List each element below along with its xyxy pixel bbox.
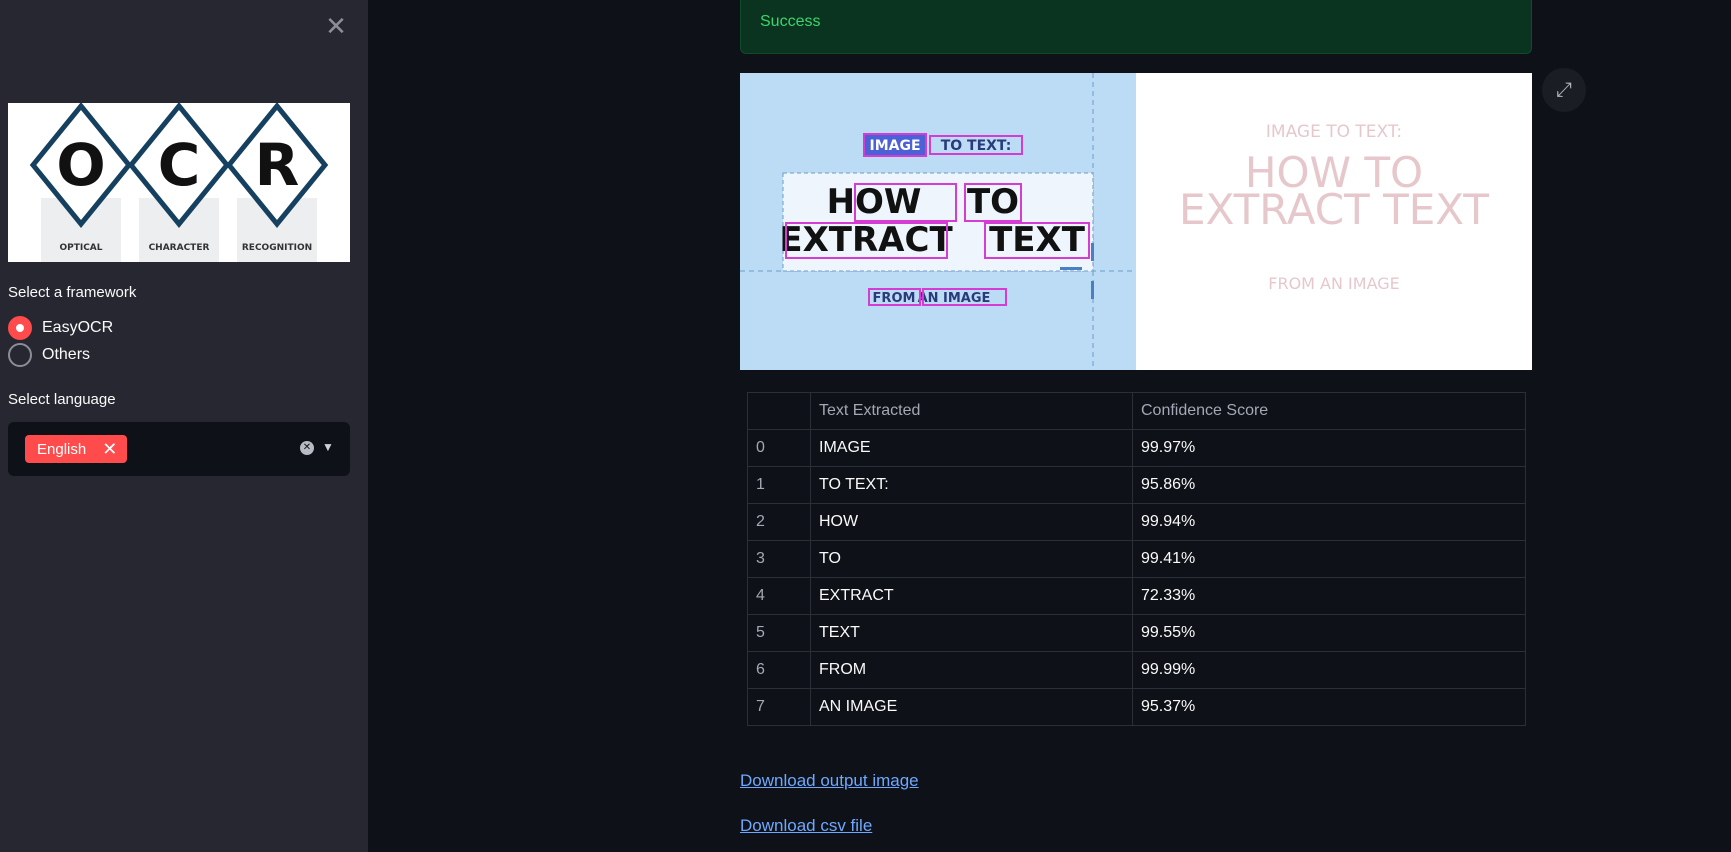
row-score: 99.99% <box>1132 651 1526 689</box>
row-text: EXTRACT <box>810 577 1133 615</box>
row-score: 95.86% <box>1132 466 1526 504</box>
language-chip-english[interactable]: English ✕ <box>25 435 128 463</box>
row-score: 99.94% <box>1132 503 1526 541</box>
row-text: AN IMAGE <box>810 688 1133 726</box>
column-header-index[interactable] <box>747 392 811 430</box>
ocr-logo: O C R OPTICAL CHARACTER RECOGNITION <box>8 103 350 262</box>
radio-easyocr[interactable]: EasyOCR <box>8 316 113 340</box>
word-an-image: AN IMAGE <box>918 291 991 306</box>
row-index: 6 <box>747 651 811 689</box>
row-index: 0 <box>747 429 811 467</box>
row-index: 1 <box>747 466 811 504</box>
row-text: TEXT <box>810 614 1133 652</box>
table-header-row: Text Extracted Confidence Score <box>747 392 1526 430</box>
row-score: 72.33% <box>1132 577 1526 615</box>
word-to: TO <box>967 182 1019 222</box>
column-header-text[interactable]: Text Extracted <box>810 392 1133 430</box>
row-text: TO TEXT: <box>810 466 1133 504</box>
row-text: TO <box>810 540 1133 578</box>
app-root: ✕ O C R OPTICAL CHARACTER RECOGNITION Se… <box>0 0 1731 852</box>
original-image-panel: IMAGE TO TEXT: HOW TO EXTRACT TEXT FROM … <box>1136 73 1532 370</box>
row-text: HOW <box>810 503 1133 541</box>
annotated-image-graphic: IMAGE TO TEXT: HOW TO EXTRACT TEXT FROM … <box>740 73 1136 370</box>
table-row: 6 FROM 99.99% <box>747 651 1526 689</box>
logo-letter-r: R <box>255 131 300 199</box>
framework-label: Select a framework <box>8 284 137 301</box>
close-sidebar-icon[interactable]: ✕ <box>322 12 350 40</box>
table-row: 5 TEXT 99.55% <box>747 614 1526 652</box>
row-index: 4 <box>747 577 811 615</box>
table-row: 2 HOW 99.94% <box>747 503 1526 541</box>
table-row: 3 TO 99.41% <box>747 540 1526 578</box>
table-row: 4 EXTRACT 72.33% <box>747 577 1526 615</box>
row-index: 2 <box>747 503 811 541</box>
logo-caption-recognition: RECOGNITION <box>242 243 312 253</box>
download-csv-link[interactable]: Download csv file <box>740 816 872 836</box>
word-from: FROM <box>873 291 916 306</box>
original-image-graphic: IMAGE TO TEXT: HOW TO EXTRACT TEXT FROM … <box>1179 122 1489 293</box>
row-index: 7 <box>747 688 811 726</box>
word-extract: EXTRACT <box>779 220 953 260</box>
results-table: Text Extracted Confidence Score 0 IMAGE … <box>747 392 1526 726</box>
table-row: 0 IMAGE 99.97% <box>747 429 1526 467</box>
word-to-text: TO TEXT: <box>941 138 1012 154</box>
table-row: 1 TO TEXT: 95.86% <box>747 466 1526 504</box>
download-image-link[interactable]: Download output image <box>740 771 919 791</box>
word-text: TEXT <box>989 220 1086 260</box>
radio-unselected-icon[interactable] <box>8 343 32 367</box>
row-text: IMAGE <box>810 429 1133 467</box>
column-header-score[interactable]: Confidence Score <box>1132 392 1526 430</box>
radio-others-label: Others <box>42 346 91 363</box>
chevron-down-icon[interactable]: ▼ <box>322 440 334 454</box>
ocr-logo-graphic: O C R OPTICAL CHARACTER RECOGNITION <box>29 103 329 262</box>
success-message: Success <box>760 13 821 30</box>
sidebar: ✕ O C R OPTICAL CHARACTER RECOGNITION Se… <box>0 0 368 852</box>
orig-line-4: FROM AN IMAGE <box>1268 274 1400 293</box>
row-index: 3 <box>747 540 811 578</box>
clear-all-icon[interactable]: ✕ <box>300 441 314 455</box>
row-score: 99.55% <box>1132 614 1526 652</box>
language-label: Select language <box>8 391 116 408</box>
orig-line-1: IMAGE TO TEXT: <box>1266 122 1402 142</box>
row-score: 99.41% <box>1132 540 1526 578</box>
radio-others[interactable]: Others <box>8 343 90 367</box>
row-index: 5 <box>747 614 811 652</box>
annotated-image-panel: IMAGE TO TEXT: HOW TO EXTRACT TEXT FROM … <box>740 73 1136 370</box>
orig-line-3: EXTRACT TEXT <box>1179 185 1489 234</box>
word-image: IMAGE <box>869 138 920 154</box>
word-how: HOW <box>827 182 922 222</box>
logo-caption-optical: OPTICAL <box>59 243 102 253</box>
output-image: IMAGE TO TEXT: HOW TO EXTRACT TEXT FROM … <box>740 73 1532 370</box>
row-text: FROM <box>810 651 1133 689</box>
logo-caption-character: CHARACTER <box>149 243 210 253</box>
row-score: 95.37% <box>1132 688 1526 726</box>
language-multiselect[interactable]: English ✕ ✕ ▼ <box>8 422 350 476</box>
radio-selected-icon[interactable] <box>8 316 32 340</box>
row-score: 99.97% <box>1132 429 1526 467</box>
language-chip-label: English <box>37 440 87 458</box>
logo-letter-c: C <box>158 131 201 199</box>
success-alert: Success <box>740 0 1532 54</box>
logo-letter-o: O <box>56 131 105 199</box>
remove-chip-icon[interactable]: ✕ <box>102 440 117 458</box>
table-row: 7 AN IMAGE 95.37% <box>747 688 1526 726</box>
fullscreen-icon[interactable]: ⤢ <box>1542 68 1586 112</box>
radio-easyocr-label: EasyOCR <box>42 319 114 336</box>
